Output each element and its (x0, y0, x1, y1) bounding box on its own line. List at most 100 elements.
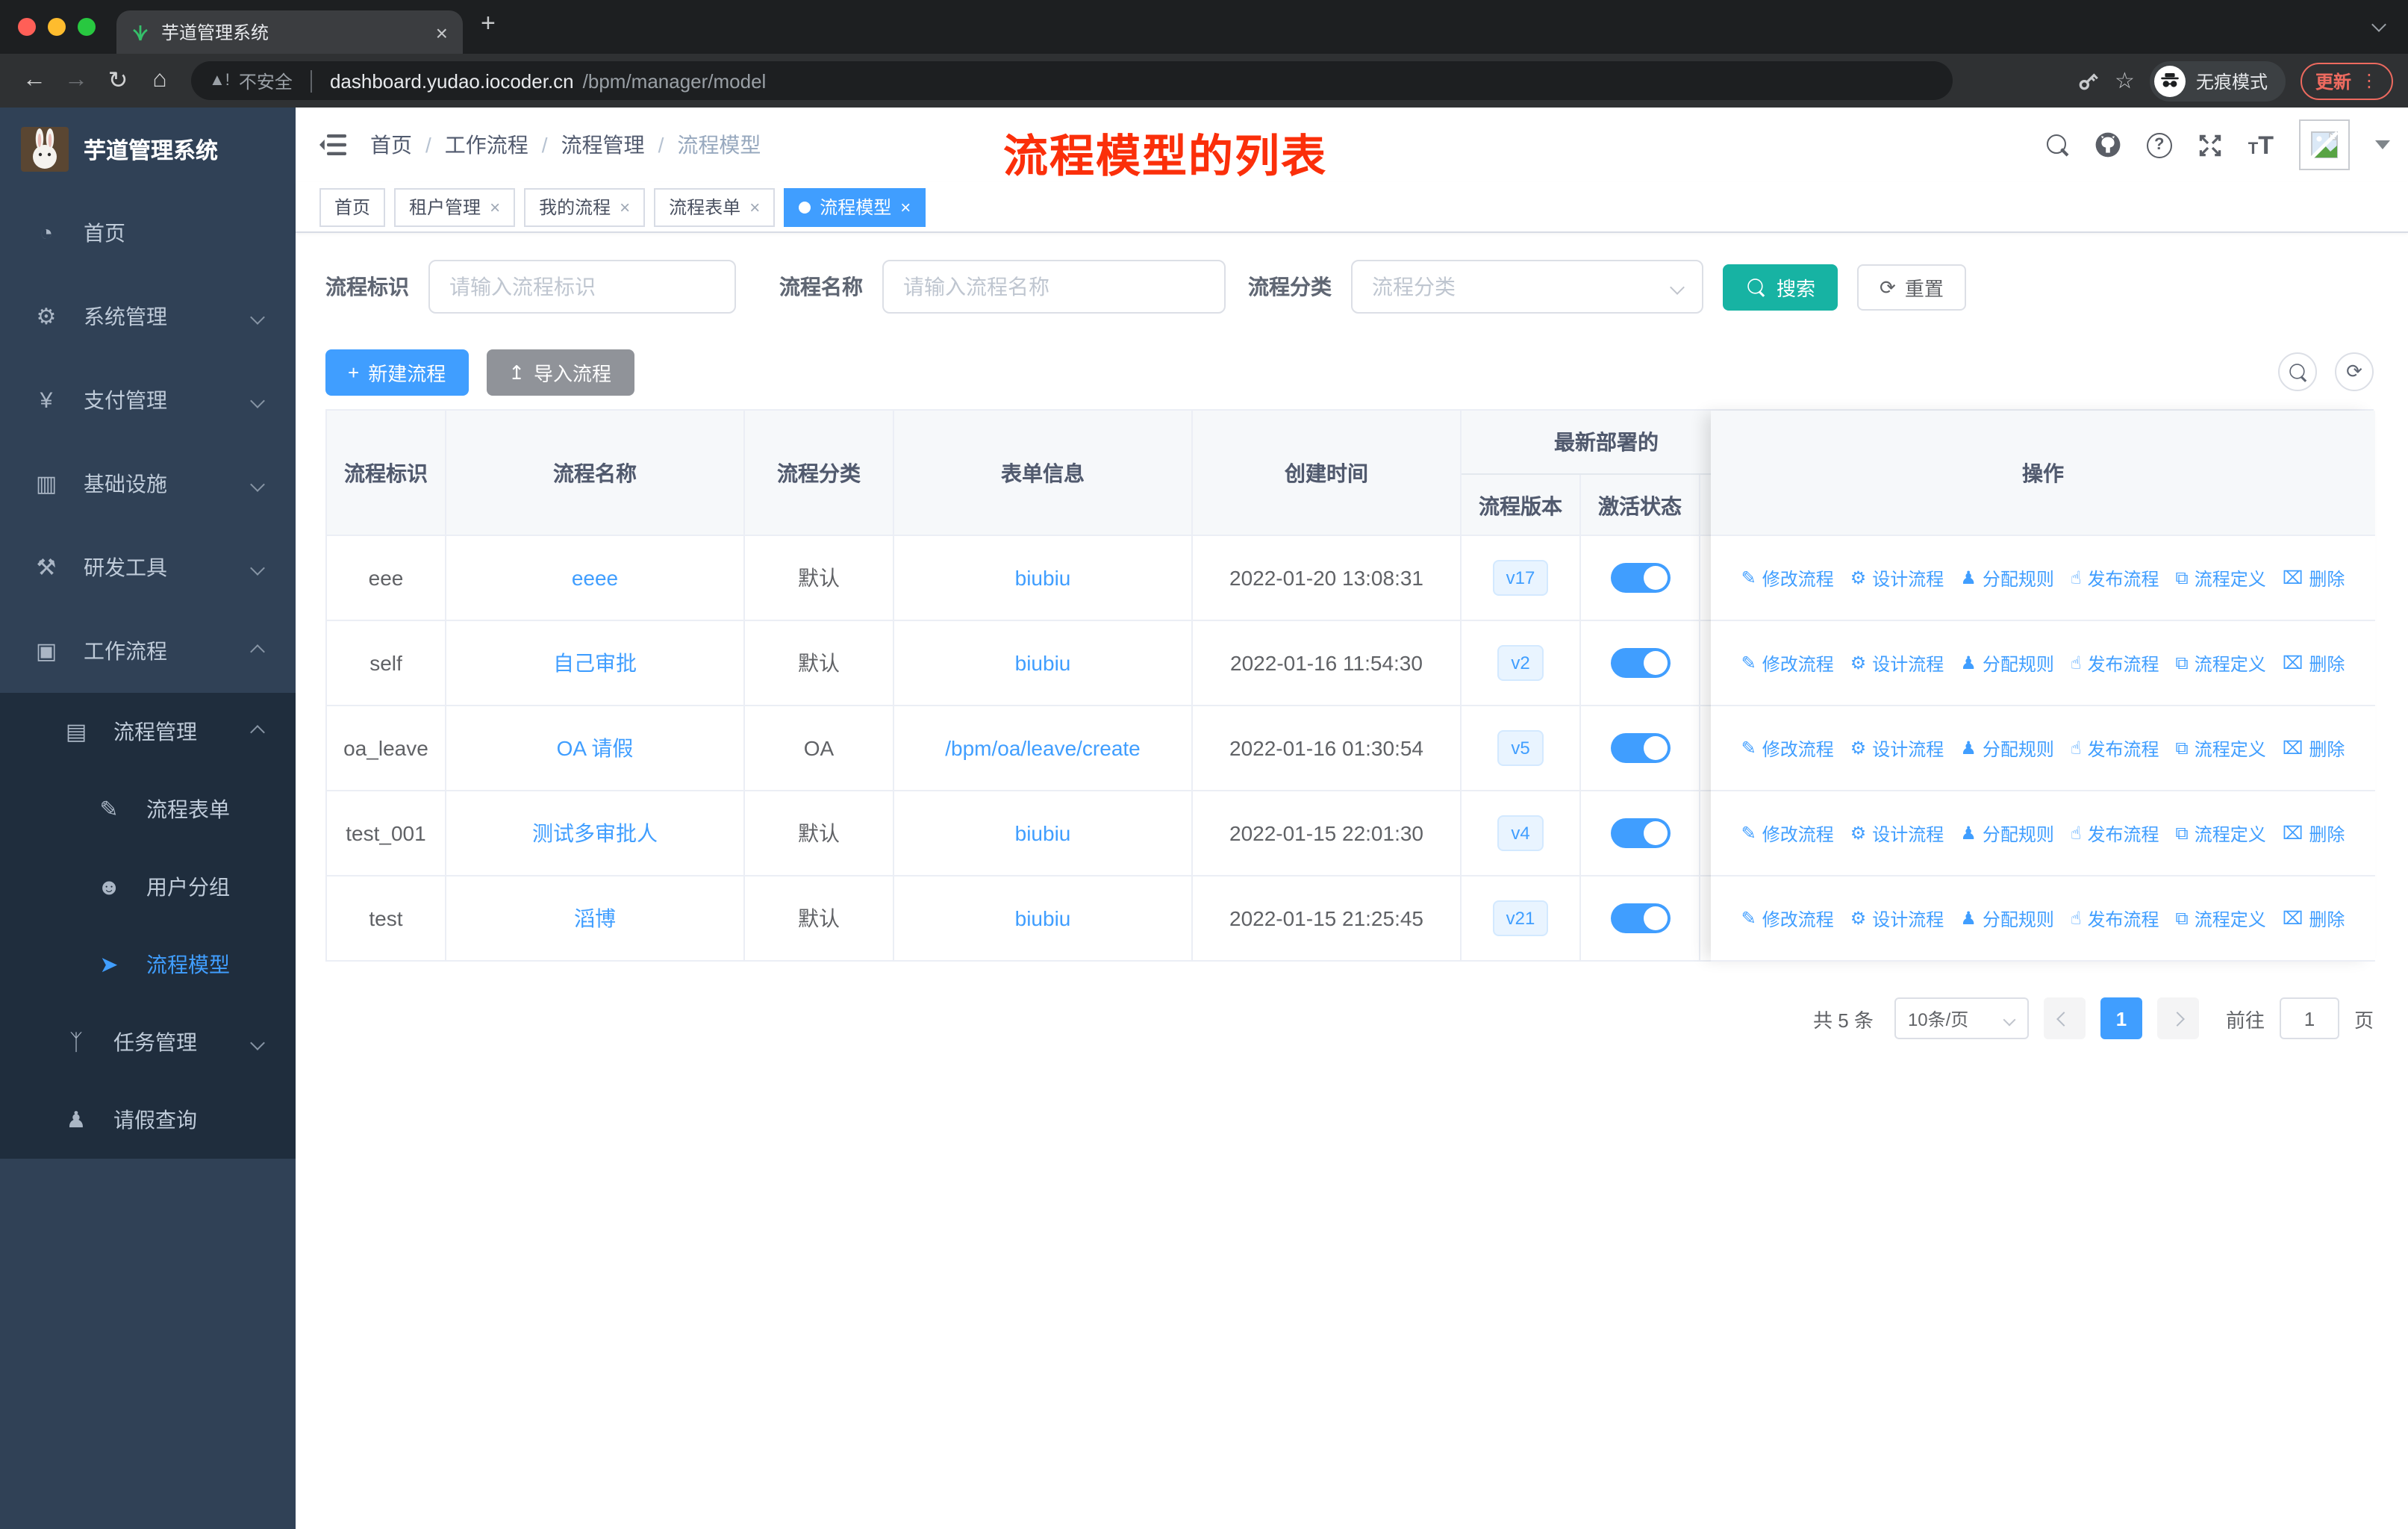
action-assign-rule-link[interactable]: ♟ 分配规则 (1960, 906, 2054, 931)
action-design-link[interactable]: ⚙ 设计流程 (1850, 906, 1944, 931)
tag-process-model[interactable]: 流程模型 × (784, 187, 926, 226)
search-icon[interactable] (2046, 134, 2069, 156)
action-assign-rule-link[interactable]: ♟ 分配规则 (1960, 820, 2054, 846)
sidebar-item-user-group[interactable]: ☻ 用户分组 (0, 848, 296, 926)
process-name-link[interactable]: eeee (572, 566, 618, 590)
search-button[interactable]: 搜索 (1723, 264, 1838, 310)
close-icon[interactable]: × (620, 196, 630, 217)
import-process-button[interactable]: ↥ 导入流程 (486, 349, 634, 395)
sidebar-item-leave-query[interactable]: ♟ 请假查询 (0, 1081, 296, 1159)
tag-tenant-management[interactable]: 租户管理 × (394, 187, 516, 226)
close-icon[interactable]: × (749, 196, 760, 217)
version-badge[interactable]: v2 (1497, 645, 1544, 681)
action-publish-link[interactable]: ☝ 发布流程 (2071, 650, 2159, 676)
form-info-link[interactable]: /bpm/oa/leave/create (945, 736, 1141, 760)
reset-button[interactable]: ⟳ 重置 (1857, 264, 1966, 310)
action-modify-link[interactable]: ✎ 修改流程 (1741, 650, 1834, 676)
action-publish-link[interactable]: ☝ 发布流程 (2071, 735, 2159, 761)
action-assign-rule-link[interactable]: ♟ 分配规则 (1960, 735, 2054, 761)
sidebar-item-process-form[interactable]: ✎ 流程表单 (0, 770, 296, 848)
sidebar-item-task-management[interactable]: ᛉ 任务管理 (0, 1003, 296, 1081)
breadcrumb-workflow[interactable]: 工作流程 (445, 130, 528, 160)
process-name-link[interactable]: 测试多审批人 (532, 818, 658, 848)
avatar-caret-icon[interactable] (2375, 140, 2390, 149)
sidebar-item-home[interactable]: ◔ 首页 (0, 191, 296, 275)
address-bar[interactable]: ▲! 不安全 dashboard.yudao.iocoder.cn/bpm/ma… (191, 61, 1953, 100)
close-window-button[interactable] (18, 18, 36, 36)
user-avatar[interactable] (2299, 119, 2350, 170)
action-modify-link[interactable]: ✎ 修改流程 (1741, 565, 1834, 591)
action-delete-link[interactable]: ⌧ 删除 (2283, 650, 2345, 676)
process-id-input[interactable] (428, 260, 736, 314)
action-delete-link[interactable]: ⌧ 删除 (2283, 906, 2345, 931)
action-design-link[interactable]: ⚙ 设计流程 (1850, 820, 1944, 846)
goto-page-input[interactable] (2279, 997, 2339, 1039)
version-badge[interactable]: v17 (1492, 560, 1549, 596)
action-design-link[interactable]: ⚙ 设计流程 (1850, 650, 1944, 676)
action-delete-link[interactable]: ⌧ 删除 (2283, 565, 2345, 591)
sidebar-fold-icon[interactable] (319, 133, 346, 157)
maximize-window-button[interactable] (78, 18, 96, 36)
tag-my-process[interactable]: 我的流程 × (524, 187, 646, 226)
back-icon[interactable]: ← (15, 67, 54, 94)
version-badge[interactable]: v21 (1492, 900, 1549, 936)
sidebar-item-system-management[interactable]: ⚙ 系统管理 (0, 275, 296, 358)
current-page-button[interactable]: 1 (2100, 997, 2142, 1039)
close-icon[interactable]: × (900, 196, 911, 217)
process-name-link[interactable]: 自己审批 (553, 648, 637, 678)
action-definition-link[interactable]: ⧉ 流程定义 (2176, 906, 2266, 931)
process-name-input[interactable] (882, 260, 1226, 314)
process-name-link[interactable]: 滔博 (574, 903, 616, 933)
action-publish-link[interactable]: ☝ 发布流程 (2071, 906, 2159, 931)
next-page-button[interactable] (2156, 997, 2199, 1039)
version-badge[interactable]: v5 (1497, 730, 1544, 766)
breadcrumb-home[interactable]: 首页 (370, 130, 412, 160)
active-toggle[interactable] (1610, 563, 1670, 593)
tab-search-chevron-icon[interactable] (2371, 17, 2386, 32)
form-info-link[interactable]: biubiu (1015, 821, 1071, 845)
form-info-link[interactable]: biubiu (1015, 566, 1071, 590)
forward-icon[interactable]: → (57, 67, 96, 94)
action-assign-rule-link[interactable]: ♟ 分配规则 (1960, 565, 2054, 591)
browser-tab[interactable]: 芋道管理系统 × (116, 10, 463, 54)
update-button[interactable]: 更新 ⋮ (2300, 62, 2393, 99)
form-info-link[interactable]: biubiu (1015, 906, 1071, 930)
active-toggle[interactable] (1610, 648, 1670, 678)
key-icon[interactable] (2076, 69, 2100, 93)
process-category-select[interactable]: 流程分类 (1351, 260, 1703, 314)
sidebar-item-workflow[interactable]: ▣ 工作流程 (0, 609, 296, 693)
action-definition-link[interactable]: ⧉ 流程定义 (2176, 650, 2266, 676)
form-info-link[interactable]: biubiu (1015, 651, 1071, 675)
sidebar-item-infrastructure[interactable]: ▥ 基础设施 (0, 442, 296, 526)
new-tab-button[interactable]: + (481, 9, 496, 39)
sidebar-item-dev-tools[interactable]: ⚒ 研发工具 (0, 526, 296, 609)
action-modify-link[interactable]: ✎ 修改流程 (1741, 820, 1834, 846)
tab-close-icon[interactable]: × (436, 22, 448, 43)
process-name-link[interactable]: OA 请假 (557, 733, 634, 763)
page-size-select[interactable]: 10条/页 (1894, 997, 2029, 1039)
action-definition-link[interactable]: ⧉ 流程定义 (2176, 735, 2266, 761)
reload-icon[interactable]: ↻ (99, 66, 137, 96)
minimize-window-button[interactable] (48, 18, 66, 36)
action-design-link[interactable]: ⚙ 设计流程 (1850, 735, 1944, 761)
github-icon[interactable] (2094, 131, 2121, 158)
font-size-icon[interactable]: TT (2248, 132, 2274, 158)
prev-page-button[interactable] (2043, 997, 2086, 1039)
active-toggle[interactable] (1610, 903, 1670, 933)
help-icon[interactable]: ? (2146, 132, 2172, 158)
action-delete-link[interactable]: ⌧ 删除 (2283, 735, 2345, 761)
action-modify-link[interactable]: ✎ 修改流程 (1741, 735, 1834, 761)
create-process-button[interactable]: + 新建流程 (325, 349, 469, 395)
refresh-table-button[interactable]: ⟳ (2335, 352, 2374, 391)
version-badge[interactable]: v4 (1497, 815, 1544, 851)
action-definition-link[interactable]: ⧉ 流程定义 (2176, 820, 2266, 846)
sidebar-item-process-model[interactable]: ➤ 流程模型 (0, 926, 296, 1003)
show-search-button[interactable] (2278, 352, 2317, 391)
action-modify-link[interactable]: ✎ 修改流程 (1741, 906, 1834, 931)
browser-menu-icon[interactable]: ⋮ (2360, 70, 2378, 91)
tag-home[interactable]: 首页 (319, 187, 386, 226)
action-delete-link[interactable]: ⌧ 删除 (2283, 820, 2345, 846)
action-publish-link[interactable]: ☝ 发布流程 (2071, 820, 2159, 846)
action-publish-link[interactable]: ☝ 发布流程 (2071, 565, 2159, 591)
close-icon[interactable]: × (490, 196, 500, 217)
